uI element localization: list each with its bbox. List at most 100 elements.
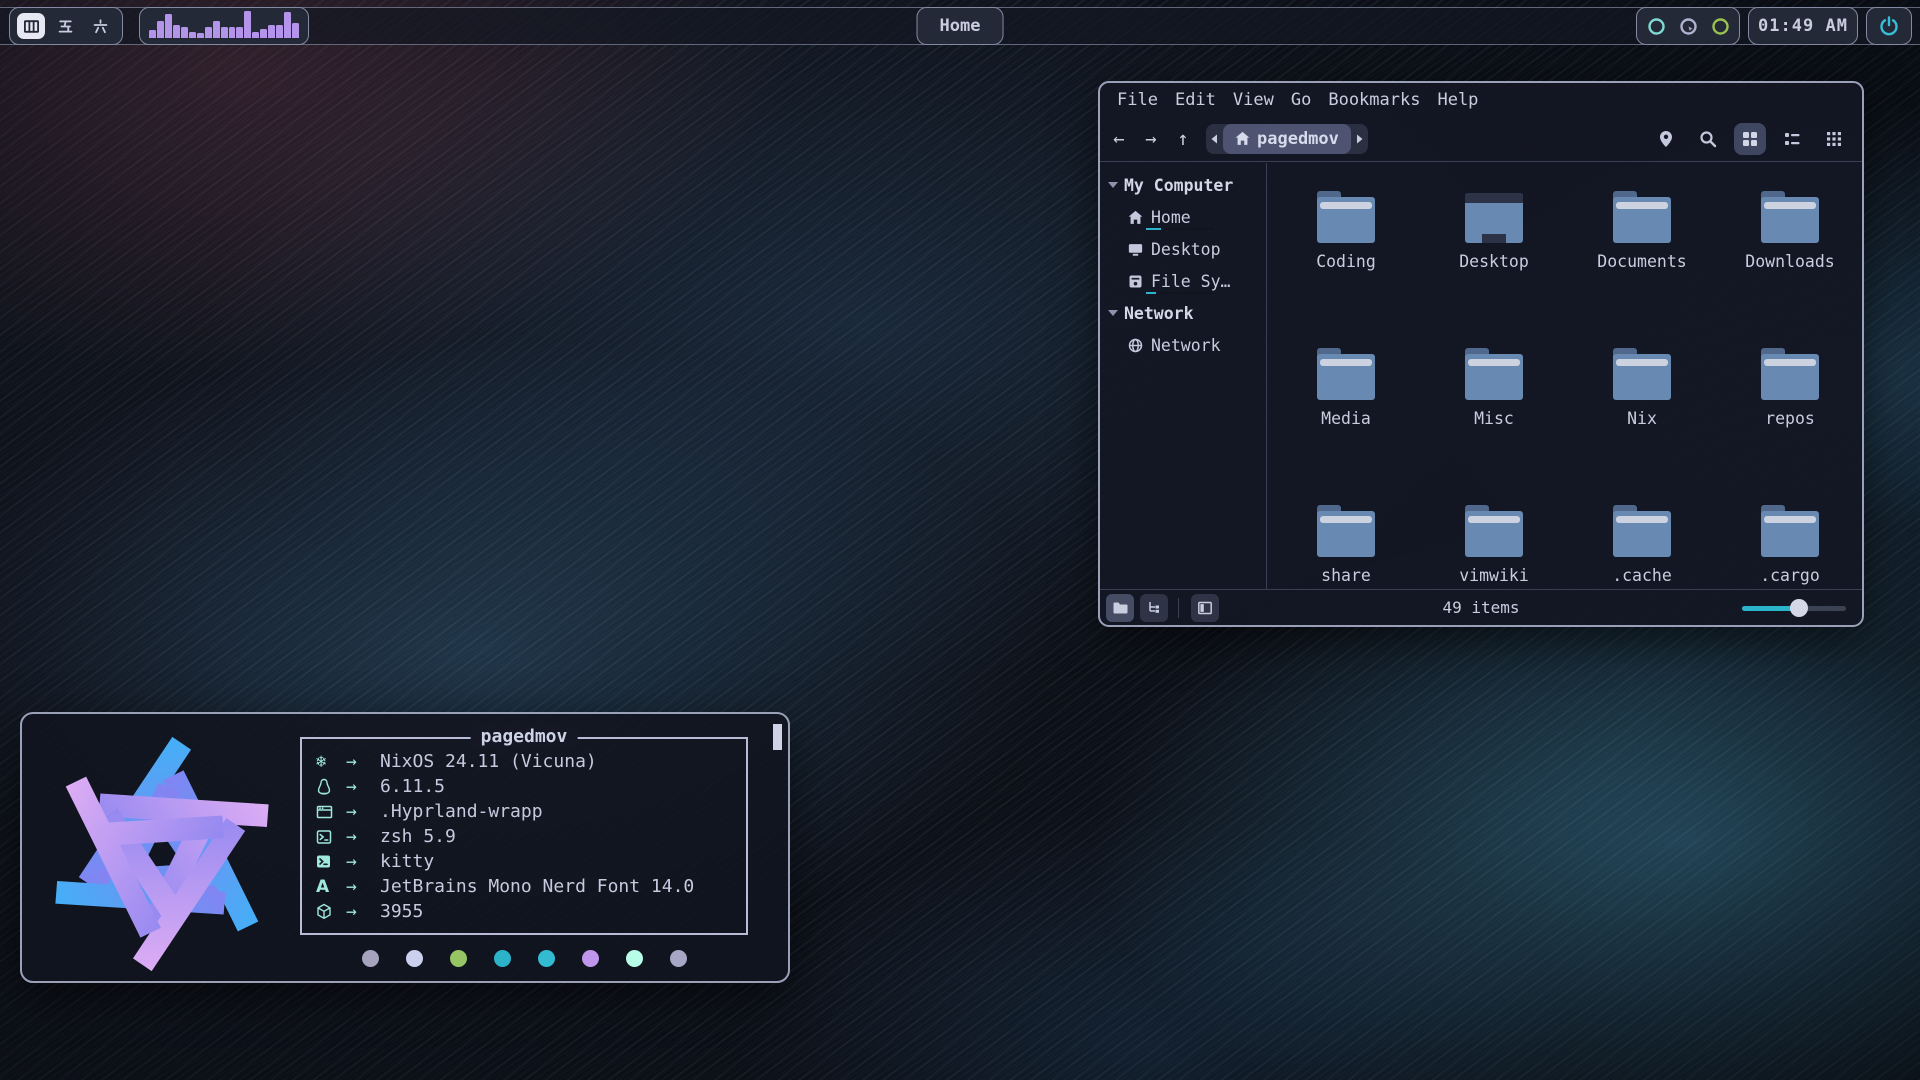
sidebar-item-label: Desktop	[1151, 240, 1221, 259]
sidebar-group-label: My Computer	[1124, 176, 1233, 195]
palette-dot	[538, 950, 555, 967]
visualizer-bar	[292, 23, 299, 38]
path-scroll-left-icon[interactable]	[1210, 133, 1219, 145]
font-icon: A	[316, 877, 346, 897]
palette-dot	[626, 950, 643, 967]
tray-icon-teal-ring[interactable]	[1647, 17, 1666, 36]
palette-dot	[450, 950, 467, 967]
workspace-button-6[interactable]	[87, 13, 115, 39]
arrow-icon: →	[346, 901, 380, 922]
file-item-documents[interactable]: Documents	[1568, 183, 1716, 340]
path-scroll-right-icon[interactable]	[1355, 133, 1364, 145]
fetch-value: kitty	[380, 851, 434, 872]
sidebar-group-network[interactable]: Network	[1100, 297, 1266, 329]
compact-view-button[interactable]	[1818, 123, 1850, 155]
folder-grid: CodingDesktop Documents Downloads Media Misc…	[1272, 183, 1864, 654]
list-view-button[interactable]	[1776, 123, 1808, 155]
search-button[interactable]	[1692, 123, 1724, 155]
desktop-folder-icon	[1465, 191, 1523, 243]
visualizer-bar	[189, 32, 196, 38]
sidebar-item-label: Network	[1151, 336, 1221, 355]
visualizer-bar	[149, 30, 156, 38]
path-bar: pagedmov	[1206, 124, 1368, 154]
file-item-nix[interactable]: Nix	[1568, 340, 1716, 497]
folder-icon	[1613, 191, 1671, 243]
file-label: Downloads	[1745, 252, 1834, 271]
workspace-glyph-six	[92, 18, 109, 35]
nixos-logo	[36, 728, 288, 980]
file-label: .cargo	[1760, 566, 1820, 585]
folder-icon	[1465, 348, 1523, 400]
file-item-vimwiki[interactable]: vimwiki	[1420, 497, 1568, 654]
path-segment-label: pagedmov	[1257, 129, 1339, 149]
visualizer-bar	[165, 14, 172, 38]
focused-window-title[interactable]: Home	[917, 7, 1004, 45]
status-divider	[1178, 598, 1179, 618]
zoom-slider[interactable]	[1742, 599, 1846, 617]
visualizer-bar	[236, 27, 243, 38]
file-item-dot-cache[interactable]: .cache	[1568, 497, 1716, 654]
sidebar-group-label: Network	[1124, 304, 1194, 323]
path-segment-home[interactable]: pagedmov	[1223, 124, 1351, 154]
palette-dot	[494, 950, 511, 967]
file-item-downloads[interactable]: Downloads	[1716, 183, 1864, 340]
file-item-repos[interactable]: repos	[1716, 340, 1864, 497]
file-manager-toolbar: ← → ↑ pagedmov	[1100, 116, 1862, 162]
zoom-slider-knob[interactable]	[1790, 599, 1808, 617]
collapse-triangle-icon	[1108, 310, 1118, 316]
status-bar: 49 items	[1100, 589, 1862, 625]
workspace-glyph-five	[57, 18, 74, 35]
forward-button[interactable]: →	[1138, 128, 1164, 150]
back-button[interactable]: ←	[1106, 128, 1132, 150]
terminal-cursor	[773, 724, 782, 750]
power-button[interactable]	[1866, 7, 1912, 45]
menu-item-bookmarks[interactable]: Bookmarks	[1328, 90, 1420, 110]
menu-item-go[interactable]: Go	[1291, 90, 1311, 110]
top-bar: Home 01:49 AM	[0, 7, 1920, 45]
menu-item-edit[interactable]: Edit	[1175, 90, 1216, 110]
workspace-button-5[interactable]	[52, 13, 80, 39]
clock[interactable]: 01:49 AM	[1748, 7, 1858, 45]
file-item-misc[interactable]: Misc	[1420, 340, 1568, 497]
folder-icon	[1465, 505, 1523, 557]
home-icon	[1235, 131, 1250, 146]
file-item-coding[interactable]: Coding	[1272, 183, 1420, 340]
folder-icon	[1317, 191, 1375, 243]
shell-icon	[316, 829, 346, 845]
toolbar-right-group	[1650, 123, 1862, 155]
file-label: Media	[1321, 409, 1371, 428]
file-item-desktop[interactable]: Desktop	[1420, 183, 1568, 340]
sidebar-item-desktop[interactable]: Desktop	[1100, 233, 1266, 265]
show-places-button[interactable]	[1106, 594, 1134, 622]
fetch-value: .Hyprland-wrapp	[380, 801, 543, 822]
file-item-media[interactable]: Media	[1272, 340, 1420, 497]
workspace-button-4[interactable]	[17, 13, 45, 39]
sidebar-item-network[interactable]: Network	[1100, 329, 1266, 361]
wm-icon	[316, 804, 346, 820]
menu-item-view[interactable]: View	[1233, 90, 1274, 110]
menu-item-help[interactable]: Help	[1437, 90, 1478, 110]
icon-view-icon	[1741, 130, 1759, 148]
toggle-side-pane-button[interactable]	[1191, 594, 1219, 622]
up-button[interactable]: ↑	[1170, 128, 1196, 150]
tray-icon-green-ring[interactable]	[1711, 17, 1730, 36]
arrow-icon: →	[346, 876, 380, 897]
tray-icon-record-ring[interactable]	[1679, 17, 1698, 36]
sidebar-item-filesystem[interactable]: File Sy…	[1100, 265, 1266, 297]
visualizer-bar	[197, 33, 204, 38]
file-item-share[interactable]: share	[1272, 497, 1420, 654]
show-tree-button[interactable]	[1140, 594, 1168, 622]
workspace-glyph-four	[23, 18, 40, 35]
location-pin-button[interactable]	[1650, 123, 1682, 155]
menu-item-file[interactable]: File	[1117, 90, 1158, 110]
file-label: Nix	[1627, 409, 1657, 428]
file-label: share	[1321, 566, 1371, 585]
icon-view-button[interactable]	[1734, 123, 1766, 155]
usage-bar	[1146, 228, 1214, 230]
file-label: Documents	[1597, 252, 1686, 271]
power-icon	[1878, 15, 1900, 37]
packages-icon	[316, 903, 346, 920]
sidebar-group-my-computer[interactable]: My Computer	[1100, 169, 1266, 201]
sidebar-item-home[interactable]: Home	[1100, 201, 1266, 233]
file-item-dot-cargo[interactable]: .cargo	[1716, 497, 1864, 654]
